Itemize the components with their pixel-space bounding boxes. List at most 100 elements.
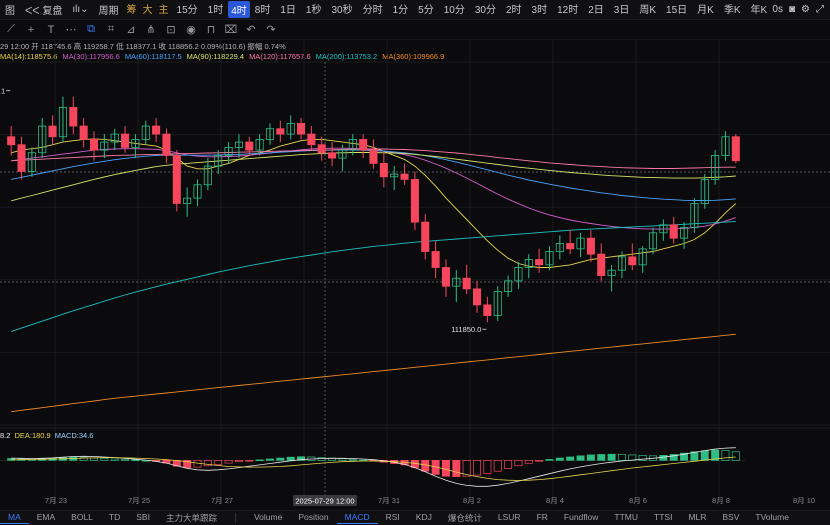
candle-body: [162, 133, 171, 156]
macd-bar: [566, 456, 575, 461]
macd-bar: [555, 457, 564, 461]
ma-line: [11, 333, 736, 413]
candle-body: [472, 288, 482, 306]
sub-tab-1[interactable]: Position: [290, 512, 336, 524]
candle-body: [121, 133, 130, 148]
candle-body: [245, 141, 254, 151]
macd-dif-line: [11, 447, 736, 487]
macd-bar: [338, 458, 347, 461]
candle-body: [441, 267, 450, 287]
macd-bar: [245, 459, 254, 462]
sub-tab-11[interactable]: MLR: [680, 512, 714, 524]
sub-tab-6[interactable]: LSUR: [490, 512, 529, 524]
price-annotation: 111850.0: [451, 325, 481, 334]
sub-indicator-tabs: Volume Position MACD RSI KDJ 爆仓统计 LSUR FR Fundfl…: [246, 512, 797, 524]
macd-bar: [731, 451, 740, 461]
sub-tab-4[interactable]: KDJ: [408, 512, 440, 524]
candle-body: [69, 106, 78, 127]
macd-bar: [255, 459, 264, 462]
candle-body: [79, 125, 88, 140]
candle-body: [89, 139, 99, 151]
x-tick-label: 8月 2: [463, 496, 481, 505]
main-tab-0[interactable]: MA: [0, 512, 29, 524]
main-tab-2[interactable]: BOLL: [63, 512, 101, 524]
ma-line: [11, 221, 736, 333]
price-chart[interactable]: 120300.1 111850.0 7月 23 7月 25 7月 27 7月 31 8月 2…: [0, 0, 830, 510]
sub-tab-7[interactable]: FR: [529, 512, 556, 524]
sub-tab-12[interactable]: BSV: [714, 512, 747, 524]
candle-body: [328, 152, 337, 159]
macd-bar: [504, 459, 513, 469]
macd-bar: [224, 459, 233, 464]
sub-tab-0[interactable]: Volume: [246, 512, 290, 524]
candle-body: [431, 251, 440, 268]
candle-body: [462, 277, 471, 290]
sub-tab-8[interactable]: Fundflow: [556, 512, 607, 524]
candle-body: [307, 133, 316, 146]
candle-body: [297, 122, 306, 135]
main-tab-3[interactable]: TD: [101, 512, 128, 524]
crosshair-time-label: 2025-07-29 12:00: [295, 497, 354, 506]
macd-bar: [234, 459, 243, 463]
macd-bar: [286, 456, 295, 461]
macd-bar: [535, 459, 544, 462]
candle-body: [317, 144, 326, 154]
macd-bar: [348, 459, 357, 461]
x-tick-label: 8月 4: [546, 496, 564, 505]
macd-bar: [121, 459, 130, 461]
candle-body: [48, 125, 57, 138]
candle-body: [379, 163, 388, 178]
macd-legend: 8.2 DEA:180.9 MACD:34.6: [0, 431, 97, 440]
sub-tab-2[interactable]: MACD: [336, 512, 378, 524]
main-indicator-tabs: MA EMA BOLL TD SBI 主力大单跟踪: [0, 512, 225, 524]
candle-body: [597, 253, 606, 276]
x-tick-label: 7月 27: [211, 496, 233, 505]
macd-bar: [700, 450, 709, 461]
price-annotation: 120300.1: [0, 87, 5, 96]
x-tick-label: 8月 6: [629, 496, 647, 505]
candle-body: [628, 256, 637, 266]
sub-tab-13[interactable]: TVolume: [747, 512, 797, 524]
main-tab-1[interactable]: EMA: [29, 512, 63, 524]
sub-tab-10[interactable]: TTSI: [646, 512, 680, 524]
main-tab-5[interactable]: 主力大单跟踪: [158, 512, 225, 524]
macd-bar: [276, 457, 285, 461]
macd-bar: [524, 459, 533, 464]
indicator-bar: MA EMA BOLL TD SBI 主力大单跟踪 Volume Position MACD R…: [0, 510, 830, 525]
macd-legend-item: DEA:180.9: [14, 431, 51, 440]
divider: [234, 513, 236, 523]
main-tab-4[interactable]: SBI: [128, 512, 158, 524]
macd-bar: [514, 459, 523, 467]
macd-bar: [607, 453, 616, 461]
candle-body: [731, 136, 740, 162]
candle-body: [276, 128, 285, 135]
sub-tab-5[interactable]: 爆仓统计: [440, 512, 490, 524]
x-tick-label: 8月 10: [793, 496, 815, 505]
x-tick-label: 7月 23: [45, 496, 67, 505]
macd-bar: [483, 459, 492, 474]
macd-bar: [90, 457, 98, 461]
candle-body: [400, 173, 409, 180]
macd-bar: [452, 459, 461, 477]
macd-bar: [545, 459, 554, 461]
x-tick-label: 8月 8: [712, 496, 730, 505]
candle-body: [172, 155, 181, 204]
macd-bar: [110, 458, 119, 461]
sub-tab-9[interactable]: TTMU: [606, 512, 646, 524]
macd-legend-item: 8.2: [0, 431, 11, 440]
candle-body: [152, 125, 161, 135]
macd-bar: [597, 454, 606, 461]
macd-legend-item: MACD:34.6: [54, 431, 94, 440]
candle-body: [535, 259, 544, 266]
candle-body: [359, 139, 368, 151]
candle-body: [17, 144, 26, 172]
sub-tab-3[interactable]: RSI: [378, 512, 408, 524]
candle-body: [421, 221, 430, 252]
macd-bar: [266, 458, 274, 461]
macd-bar: [586, 454, 595, 461]
candle-body: [7, 136, 16, 146]
macd-bar: [100, 458, 109, 461]
x-tick-label: 7月 25: [128, 496, 150, 505]
macd-bar: [721, 450, 730, 461]
candle-body: [566, 243, 575, 250]
